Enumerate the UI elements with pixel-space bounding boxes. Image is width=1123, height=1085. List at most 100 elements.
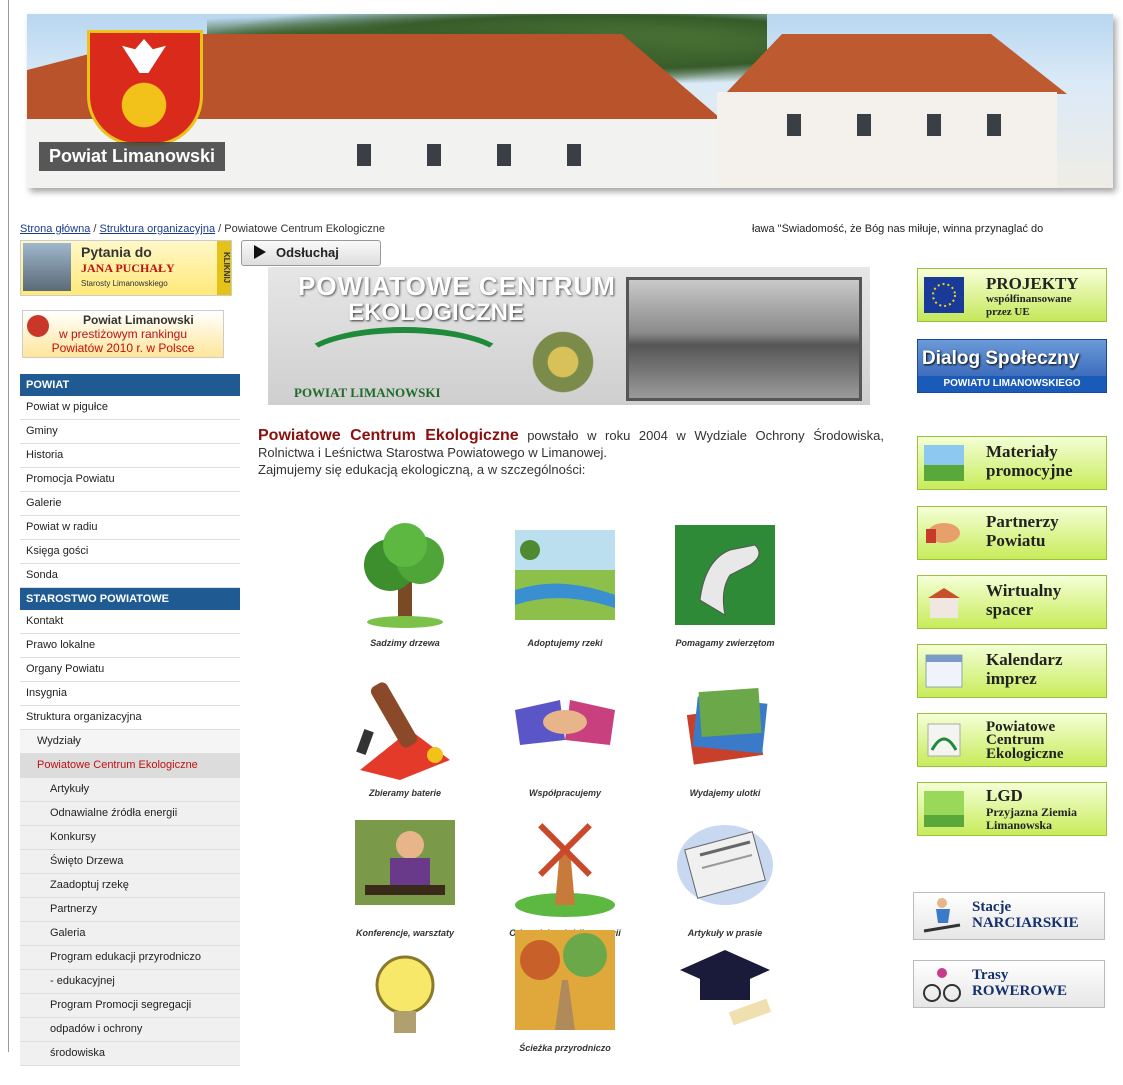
horse-icon <box>675 525 775 625</box>
menu-item[interactable]: Insygnia <box>20 682 240 706</box>
submenu-item[interactable]: Program Promocji segregacji <box>20 994 240 1018</box>
menu-item[interactable]: Powiat w pigułce <box>20 396 240 420</box>
activity-tile[interactable]: Współpracujemy <box>490 670 640 810</box>
banner-window <box>497 144 511 166</box>
button-line: ROWEROWE <box>972 983 1068 999</box>
submenu-item[interactable]: Partnerzy <box>20 898 240 922</box>
conference-icon <box>355 820 455 905</box>
breadcrumb-separator: / <box>215 223 225 235</box>
play-icon <box>254 245 266 259</box>
ski-stations-button[interactable]: Stacje NARCIARSKIE <box>913 892 1105 940</box>
dialog-spoleczny-button[interactable]: Dialog Społeczny POWIATU LIMANOWSKIEGO <box>917 339 1107 393</box>
submenu-item[interactable]: Program edukacji przyrodniczo <box>20 946 240 970</box>
button-line: promocyjne <box>986 461 1073 480</box>
click-label: KLIKNIJ <box>217 241 231 295</box>
activity-tile[interactable] <box>650 940 800 1080</box>
materials-button[interactable]: Materiały promocyjne <box>917 436 1107 490</box>
virtual-tour-button[interactable]: Wirtualny spacer <box>917 575 1107 629</box>
submenu-item[interactable]: Konkursy <box>20 826 240 850</box>
menu-item[interactable]: Powiat w radiu <box>20 516 240 540</box>
button-line: PROJEKTY <box>986 274 1079 293</box>
breadcrumb-home-link[interactable]: Strona główna <box>20 223 90 235</box>
menu-item[interactable]: Historia <box>20 444 240 468</box>
battery-icon <box>356 682 450 780</box>
submenu-item[interactable]: środowiska <box>20 1042 240 1066</box>
banner-window <box>567 144 581 166</box>
graduation-cap-icon <box>680 950 772 1026</box>
pce-banner-line: EKOLOGICZNE <box>348 299 525 326</box>
golden-tree-icon <box>114 79 174 131</box>
left-sidebar: Pytania do JANA PUCHAŁY Starosty Limanow… <box>20 240 240 1066</box>
partners-button[interactable]: Partnerzy Powiatu <box>917 506 1107 560</box>
activity-caption: Konferencje, warsztaty <box>355 928 455 938</box>
menu-item[interactable]: Galerie <box>20 492 240 516</box>
submenu-item-active[interactable]: Powiatowe Centrum Ekologiczne <box>20 754 240 778</box>
menu-item[interactable]: Gminy <box>20 420 240 444</box>
banner-window <box>987 114 1001 136</box>
activity-tile[interactable]: Adoptujemy rzeki <box>490 520 640 660</box>
submenu-item[interactable]: Odnawialne źródła energii <box>20 802 240 826</box>
menu-item[interactable]: Prawo lokalne <box>20 634 240 658</box>
submenu-item[interactable]: Święto Drzewa <box>20 850 240 874</box>
breadcrumb-structure-link[interactable]: Struktura organizacyjna <box>100 223 216 235</box>
button-line: Kalendarz <box>986 650 1063 669</box>
meadow-icon <box>924 791 964 827</box>
activity-caption: Adoptujemy rzeki <box>527 638 603 648</box>
windmill-icon <box>515 823 615 917</box>
bike-routes-button[interactable]: Trasy ROWEROWE <box>913 960 1105 1008</box>
pce-button[interactable]: Powiatowe Centrum Ekologiczne <box>917 713 1107 767</box>
button-line: LGD <box>986 786 1023 805</box>
button-line: POWIATU LIMANOWSKIEGO <box>918 376 1106 392</box>
activity-tile[interactable]: Wydajemy ulotki <box>650 670 800 810</box>
page-border <box>8 0 9 1052</box>
header-banner[interactable]: Powiat Limanowski <box>27 14 1113 188</box>
menu-item[interactable]: Kontakt <box>20 610 240 634</box>
activity-tile[interactable]: Konferencje, warsztaty <box>330 810 480 950</box>
path-icon <box>515 930 615 1030</box>
submenu-item[interactable]: Artykuły <box>20 778 240 802</box>
handshake-icon <box>515 700 615 745</box>
promo-line: w prestiżowym rankingu <box>58 327 188 341</box>
handshake-icon <box>926 523 960 543</box>
submenu-item[interactable]: odpadów i ochrony <box>20 1018 240 1042</box>
menu-item[interactable]: Sonda <box>20 564 240 588</box>
menu-item[interactable]: Księga gości <box>20 540 240 564</box>
breadcrumb: Strona główna / Struktura organizacyjna … <box>20 223 385 235</box>
cyclist-icon <box>923 968 961 1002</box>
pce-banner-line: POWIAT LIMANOWSKI <box>294 385 441 400</box>
menu-section-powiat: POWIAT <box>20 374 240 396</box>
ranking-banner[interactable]: Powiat Limanowski w prestiżowym rankingu… <box>22 310 224 358</box>
menu-item[interactable]: Organy Powiatu <box>20 658 240 682</box>
promo-line: Starosty Limanowskiego <box>81 279 168 288</box>
lgd-button[interactable]: LGD Przyjazna Ziemia Limanowska <box>917 782 1107 836</box>
activity-tile[interactable]: Ścieżka przyrodniczo <box>490 925 640 1065</box>
submenu-item-wydzialy[interactable]: Wydziały <box>20 730 240 754</box>
submenu-item[interactable]: Galeria <box>20 922 240 946</box>
button-line: Limanowska <box>986 818 1053 832</box>
site-title: Powiat Limanowski <box>39 142 226 171</box>
promo-line: Pytania do <box>81 244 152 260</box>
pce-banner-line: POWIATOWE CENTRUM <box>298 271 616 301</box>
activity-caption: Wydajemy ulotki <box>689 788 761 798</box>
activity-tile[interactable] <box>330 945 480 1085</box>
questions-to-starost-banner[interactable]: Pytania do JANA PUCHAŁY Starosty Limanow… <box>20 240 232 296</box>
submenu-item[interactable]: Zaadoptuj rzekę <box>20 874 240 898</box>
activity-tile[interactable]: Sadzimy drzewa <box>330 520 480 660</box>
button-line: Wirtualny <box>986 581 1062 600</box>
button-line: Partnerzy <box>986 512 1059 531</box>
menu-item[interactable]: Struktura organizacyjna <box>20 706 240 730</box>
calendar-icon <box>925 654 963 688</box>
events-calendar-button[interactable]: Kalendarz imprez <box>917 644 1107 698</box>
submenu-item[interactable]: - edukacyjnej <box>20 970 240 994</box>
menu-item[interactable]: Promocja Powiatu <box>20 468 240 492</box>
eu-projects-button[interactable]: PROJEKTY współfinansowane przez UE <box>917 268 1107 322</box>
listen-button[interactable]: Odsłuchaj <box>241 240 381 266</box>
skier-icon <box>923 898 961 933</box>
activity-tile[interactable]: Zbieramy baterie <box>330 670 480 810</box>
landscape-icon <box>924 445 964 481</box>
activity-tile[interactable]: Artykuły w prasie <box>650 810 800 950</box>
promo-line: Powiat Limanowski <box>83 313 194 327</box>
button-line: Stacje <box>972 899 1012 915</box>
activity-tile[interactable]: Pomagamy zwierzętom <box>650 520 800 660</box>
leaflets-icon <box>686 687 768 765</box>
